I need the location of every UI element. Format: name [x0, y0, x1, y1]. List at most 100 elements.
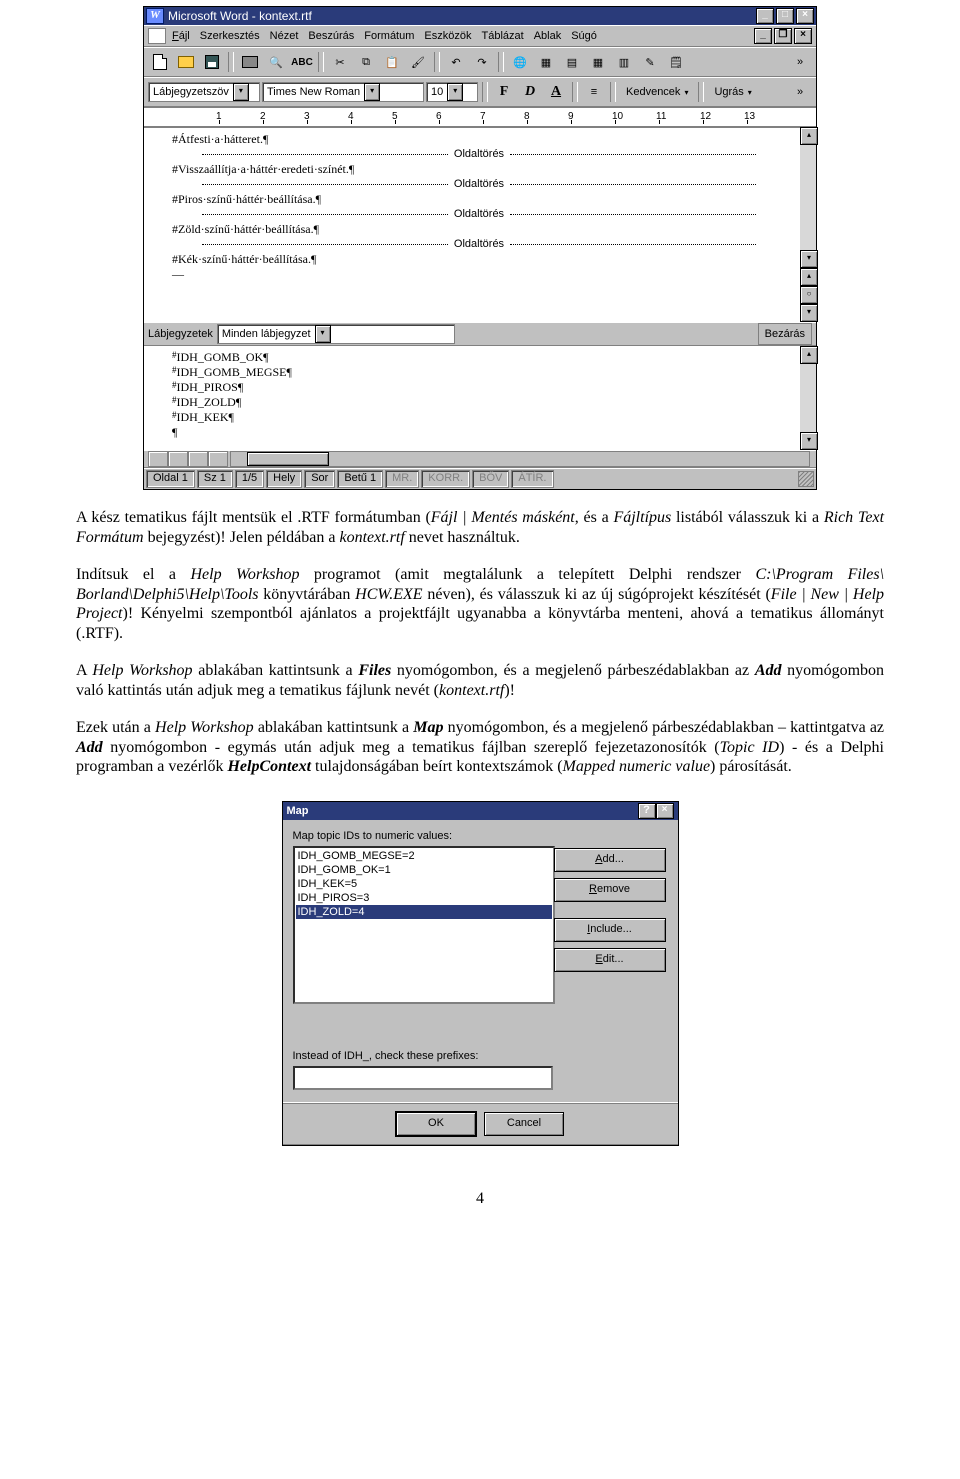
- close-button[interactable]: ×: [796, 8, 814, 24]
- bold-button[interactable]: F: [492, 81, 516, 103]
- copy-button[interactable]: ⧉: [354, 51, 378, 73]
- dialog-title-bar: Map ? ×: [283, 802, 678, 820]
- format-painter-button[interactable]: 🖌: [406, 51, 430, 73]
- help-button[interactable]: ?: [638, 803, 656, 819]
- map-list-item[interactable]: IDH_KEK=5: [296, 877, 552, 891]
- map-list-item[interactable]: IDH_GOMB_MEGSE=2: [296, 849, 552, 863]
- scroll-down-icon[interactable]: ▾: [800, 432, 818, 450]
- align-left-icon: ≡: [591, 86, 597, 98]
- favorites-button[interactable]: Kedvencek ▾: [620, 82, 694, 102]
- style-value: Lábjegyzetszöv: [153, 86, 229, 98]
- map-list-item[interactable]: IDH_PIROS=3: [296, 891, 552, 905]
- menu-edit[interactable]: Szerkesztés: [200, 30, 260, 42]
- style-combo[interactable]: Lábjegyzetszöv ▾: [148, 82, 260, 102]
- cancel-button[interactable]: Cancel: [484, 1112, 564, 1136]
- browse-next-icon[interactable]: ▾: [800, 304, 818, 322]
- prefix-input[interactable]: [293, 1066, 553, 1090]
- menu-insert[interactable]: Beszúrás: [308, 30, 354, 42]
- globe-link-icon: 🌐: [513, 56, 527, 69]
- status-ovr: ÁTÍR.: [511, 470, 553, 488]
- menu-help[interactable]: Súgó: [571, 30, 597, 42]
- underline-button[interactable]: A: [544, 81, 568, 103]
- normal-view-button[interactable]: [148, 451, 168, 467]
- document-line: #Kék·színű·háttér·beállítása.¶: [172, 252, 786, 267]
- outline-view-button[interactable]: [208, 451, 228, 467]
- menu-file[interactable]: Fájl: [172, 30, 190, 42]
- status-page: Oldal 1: [146, 470, 195, 488]
- menu-format[interactable]: Formátum: [364, 30, 414, 42]
- map-list-label: Map topic IDs to numeric values:: [293, 830, 668, 842]
- printer-icon: [242, 56, 258, 68]
- cut-button[interactable]: ✂: [328, 51, 352, 73]
- tables-borders-button[interactable]: ▦: [534, 51, 558, 73]
- map-list-item[interactable]: IDH_ZOLD=4: [296, 905, 552, 919]
- include-button[interactable]: Include...: [554, 918, 666, 942]
- menu-tools[interactable]: Eszközök: [424, 30, 471, 42]
- prefix-label: Instead of IDH_, check these prefixes:: [293, 1050, 668, 1062]
- close-button[interactable]: ×: [656, 803, 674, 819]
- document-area[interactable]: #Átfesti·a·hátteret.¶ Oldaltörés #Vissza…: [144, 127, 816, 322]
- select-browse-icon[interactable]: ○: [800, 286, 818, 304]
- footnote-filter-combo[interactable]: Minden lábjegyzet ▾: [217, 324, 455, 344]
- floppy-icon: [205, 55, 219, 69]
- print-button[interactable]: [238, 51, 262, 73]
- status-pages: 1/5: [235, 470, 264, 488]
- maximize-button[interactable]: □: [776, 8, 794, 24]
- vertical-scrollbar[interactable]: ▴ ▾ ▴ ○ ▾: [800, 127, 816, 322]
- spellcheck-button[interactable]: ABC: [290, 51, 314, 73]
- align-left-button[interactable]: ≡: [582, 81, 606, 103]
- scissors-icon: ✂: [335, 56, 344, 69]
- scroll-up-icon[interactable]: ▴: [800, 127, 818, 145]
- paste-button[interactable]: 📋: [380, 51, 404, 73]
- resize-grip-icon[interactable]: [798, 471, 814, 487]
- ok-button[interactable]: OK: [396, 1112, 476, 1136]
- footnote-pane-toolbar: Lábjegyzetek Minden lábjegyzet ▾ Bezárás: [144, 322, 816, 346]
- insert-table-button[interactable]: ▤: [560, 51, 584, 73]
- scroll-up-icon[interactable]: ▴: [800, 346, 818, 364]
- close-footnotes-button[interactable]: Bezárás: [758, 323, 812, 345]
- font-combo[interactable]: Times New Roman ▾: [262, 82, 424, 102]
- edit-button[interactable]: Edit...: [554, 948, 666, 972]
- undo-button[interactable]: ↶: [444, 51, 468, 73]
- columns-button[interactable]: ▥: [612, 51, 636, 73]
- weblayout-view-button[interactable]: [168, 451, 188, 467]
- menu-view[interactable]: Nézet: [270, 30, 299, 42]
- menu-table[interactable]: Táblázat: [481, 30, 523, 42]
- help-button[interactable]: 🗒: [664, 51, 688, 73]
- mdi-document-icon[interactable]: [148, 28, 166, 44]
- vertical-scrollbar[interactable]: ▴ ▾: [800, 346, 816, 450]
- mdi-restore-button[interactable]: ❐: [774, 28, 792, 44]
- hyperlink-button[interactable]: 🌐: [508, 51, 532, 73]
- status-trk: KORR.: [421, 470, 470, 488]
- open-button[interactable]: [174, 51, 198, 73]
- document-split-container: #Átfesti·a·hátteret.¶ Oldaltörés #Vissza…: [144, 127, 816, 322]
- redo-button[interactable]: ↷: [470, 51, 494, 73]
- excel-button[interactable]: ▦: [586, 51, 610, 73]
- formatting-toolbar: Lábjegyzetszöv ▾ Times New Roman ▾ 10 ▾ …: [144, 77, 816, 107]
- new-button[interactable]: [148, 51, 172, 73]
- browse-prev-icon[interactable]: ▴: [800, 268, 818, 286]
- mdi-minimize-button[interactable]: _: [754, 28, 772, 44]
- print-preview-button[interactable]: 🔍: [264, 51, 288, 73]
- horizontal-ruler[interactable]: 12345678910111213: [144, 107, 816, 127]
- fontsize-combo[interactable]: 10 ▾: [426, 82, 478, 102]
- minimize-button[interactable]: _: [756, 8, 774, 24]
- jump-button[interactable]: Ugrás ▾: [708, 82, 757, 102]
- menu-window[interactable]: Ablak: [534, 30, 562, 42]
- italic-button[interactable]: D: [518, 81, 542, 103]
- add-button[interactable]: Add...: [554, 848, 666, 872]
- scroll-down-icon[interactable]: ▾: [800, 250, 818, 268]
- drawing-button[interactable]: ✎: [638, 51, 662, 73]
- map-list-item[interactable]: IDH_GOMB_OK=1: [296, 863, 552, 877]
- more-buttons[interactable]: »: [788, 51, 812, 73]
- save-button[interactable]: [200, 51, 224, 73]
- more-buttons[interactable]: »: [788, 81, 812, 103]
- status-rec: MR.: [385, 470, 419, 488]
- mdi-close-button[interactable]: ×: [794, 28, 812, 44]
- map-listbox[interactable]: IDH_GOMB_MEGSE=2IDH_GOMB_OK=1IDH_KEK=5ID…: [293, 846, 555, 1004]
- horizontal-scrollbar[interactable]: [230, 451, 810, 467]
- footnote-area[interactable]: #IDH_GOMB_OK¶#IDH_GOMB_MEGSE¶#IDH_PIROS¶…: [144, 346, 816, 450]
- page-view-button[interactable]: [188, 451, 208, 467]
- footnote-line: #IDH_PIROS¶: [172, 380, 786, 395]
- remove-button[interactable]: Remove: [554, 878, 666, 902]
